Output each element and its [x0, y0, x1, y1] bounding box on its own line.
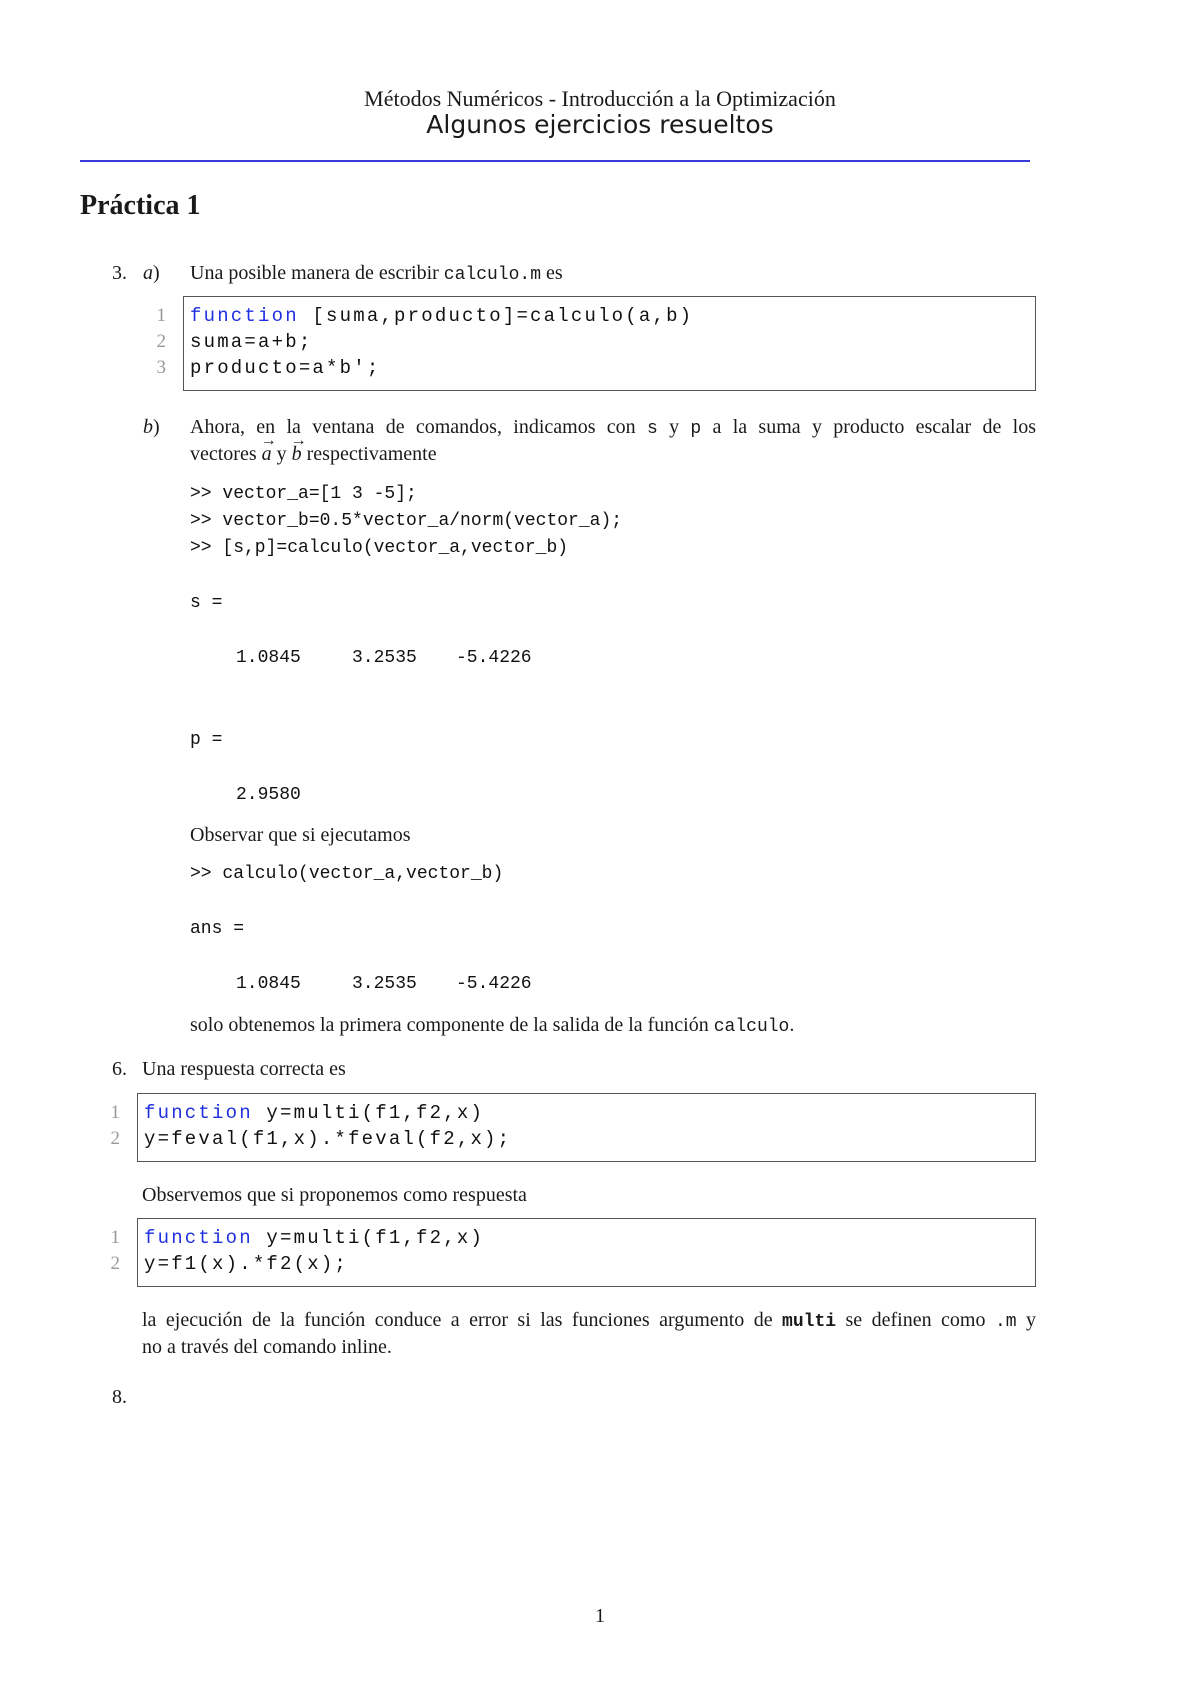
line-number: 1 [110, 1102, 121, 1123]
text-span: . [789, 1014, 795, 1036]
header-divider [80, 160, 1030, 162]
text-span: y [657, 416, 691, 438]
console-command: >> calculo(vector_a,vector_b) [190, 864, 504, 884]
console-output-value: -5.4226 [456, 648, 532, 668]
text-span: a la suma y producto escalar de los [701, 416, 1036, 438]
code-keyword: function [144, 1227, 253, 1249]
inline-code-calculo-m: calculo.m [443, 265, 542, 285]
console-command: >> vector_b=0.5*vector_a/norm(vector_a); [190, 511, 623, 531]
code-text: suma=a+b; [190, 331, 313, 353]
line-number: 3 [156, 357, 167, 378]
code-text: producto=a*b'; [190, 357, 381, 379]
text-span: respectivamente [301, 443, 437, 465]
part-a-text-before: Una posible manera de escribir [190, 262, 444, 284]
line-number: 2 [110, 1128, 121, 1149]
exercise-6-note-line1: la ejecución de la función conduce a err… [142, 1307, 1036, 1336]
part-a-label: a) [143, 262, 160, 284]
console-output-value: 1.0845 [236, 974, 301, 994]
exercise-6-observe: Observemos que si proponemos como respue… [142, 1184, 527, 1206]
part-a-text-after: es [541, 262, 563, 284]
inline-code-calculo: calculo [713, 1017, 790, 1037]
console-output-value: 3.2535 [352, 974, 417, 994]
code-listing-calculo: function [suma,producto]=calculo(a,b) su… [183, 296, 1036, 391]
part-b-text-line1: Ahora, en la ventana de comandos, indica… [190, 414, 1036, 443]
console-output-value: 2.9580 [236, 785, 301, 805]
code-text: y=multi(f1,f2,x) [252, 1102, 485, 1124]
code-listing-multi-correct: function y=multi(f1,f2,x) y=feval(f1,x).… [137, 1093, 1036, 1162]
console-output-value: -5.4226 [456, 974, 532, 994]
text-span: vectores [190, 443, 262, 465]
line-number: 1 [110, 1227, 121, 1248]
console-command: >> vector_a=[1 3 -5]; [190, 484, 417, 504]
observe-text: Observar que si ejecutamos [190, 824, 411, 846]
code-line: function y=multi(f1,f2,x) [138, 1100, 1035, 1126]
vector-b: b [291, 427, 307, 468]
inline-code-p: p [690, 419, 702, 439]
code-line: producto=a*b'; [184, 355, 1035, 381]
console-output-value: 3.2535 [352, 648, 417, 668]
code-line: function y=multi(f1,f2,x) [138, 1225, 1035, 1251]
part-a-letter: a [143, 262, 153, 284]
console-output-label-ans: ans = [190, 919, 245, 939]
text-span: solo obtenemos la primera componente de … [190, 1014, 714, 1036]
code-line: function [suma,producto]=calculo(a,b) [184, 303, 1035, 329]
code-keyword: function [144, 1102, 253, 1124]
exercise-6-intro: Una respuesta correcta es [142, 1058, 346, 1080]
conclusion-text: solo obtenemos la primera componente de … [190, 1012, 794, 1041]
text-span: la ejecución de la función conduce a err… [142, 1309, 783, 1331]
exercise-3-number: 3. [112, 262, 127, 284]
code-line: y=f1(x).*f2(x); [138, 1251, 1035, 1277]
code-line: suma=a+b; [184, 329, 1035, 355]
line-number: 2 [156, 331, 167, 352]
code-keyword: function [190, 305, 299, 327]
inline-code-multi: multi [782, 1312, 837, 1332]
console-output-label-s: s = [190, 593, 223, 613]
line-number: 1 [156, 305, 167, 326]
console-output-label-p: p = [190, 730, 223, 750]
document-subtitle: Métodos Numéricos - Introducción a la Op… [364, 86, 836, 111]
text-span: se definen como [836, 1309, 995, 1331]
page-number: 1 [595, 1605, 605, 1627]
exercise-6-note-line2: no a través del comando inline. [142, 1336, 392, 1358]
exercise-6-number: 6. [112, 1058, 127, 1080]
code-text: y=multi(f1,f2,x) [252, 1227, 485, 1249]
inline-code-s: s [646, 419, 658, 439]
part-a-text: Una posible manera de escribir calculo.m… [190, 260, 563, 289]
code-text: [suma,producto]=calculo(a,b) [298, 305, 694, 327]
code-text: y=feval(f1,x).*feval(f2,x); [144, 1128, 512, 1150]
line-number: 2 [110, 1253, 121, 1274]
text-span: y [1016, 1309, 1036, 1331]
console-command: >> [s,p]=calculo(vector_a,vector_b) [190, 538, 569, 558]
inline-code-m: .m [994, 1312, 1017, 1332]
console-output-value: 1.0845 [236, 648, 301, 668]
part-b-letter: b [143, 416, 153, 438]
vector-a: a [261, 427, 277, 468]
part-b-text-line2: vectores a y b respectivamente [190, 427, 437, 468]
code-listing-multi-alternative: function y=multi(f1,f2,x) y=f1(x).*f2(x)… [137, 1218, 1036, 1287]
code-line: y=feval(f1,x).*feval(f2,x); [138, 1126, 1035, 1152]
section-title: Práctica 1 [80, 190, 201, 221]
text-span: Ahora, en la ventana de comandos, indica… [190, 416, 647, 438]
document-title: Algunos ejercicios resueltos [426, 110, 774, 139]
code-text: y=f1(x).*f2(x); [144, 1253, 349, 1275]
exercise-8-number: 8. [112, 1386, 127, 1408]
part-b-label: b) [143, 416, 160, 438]
